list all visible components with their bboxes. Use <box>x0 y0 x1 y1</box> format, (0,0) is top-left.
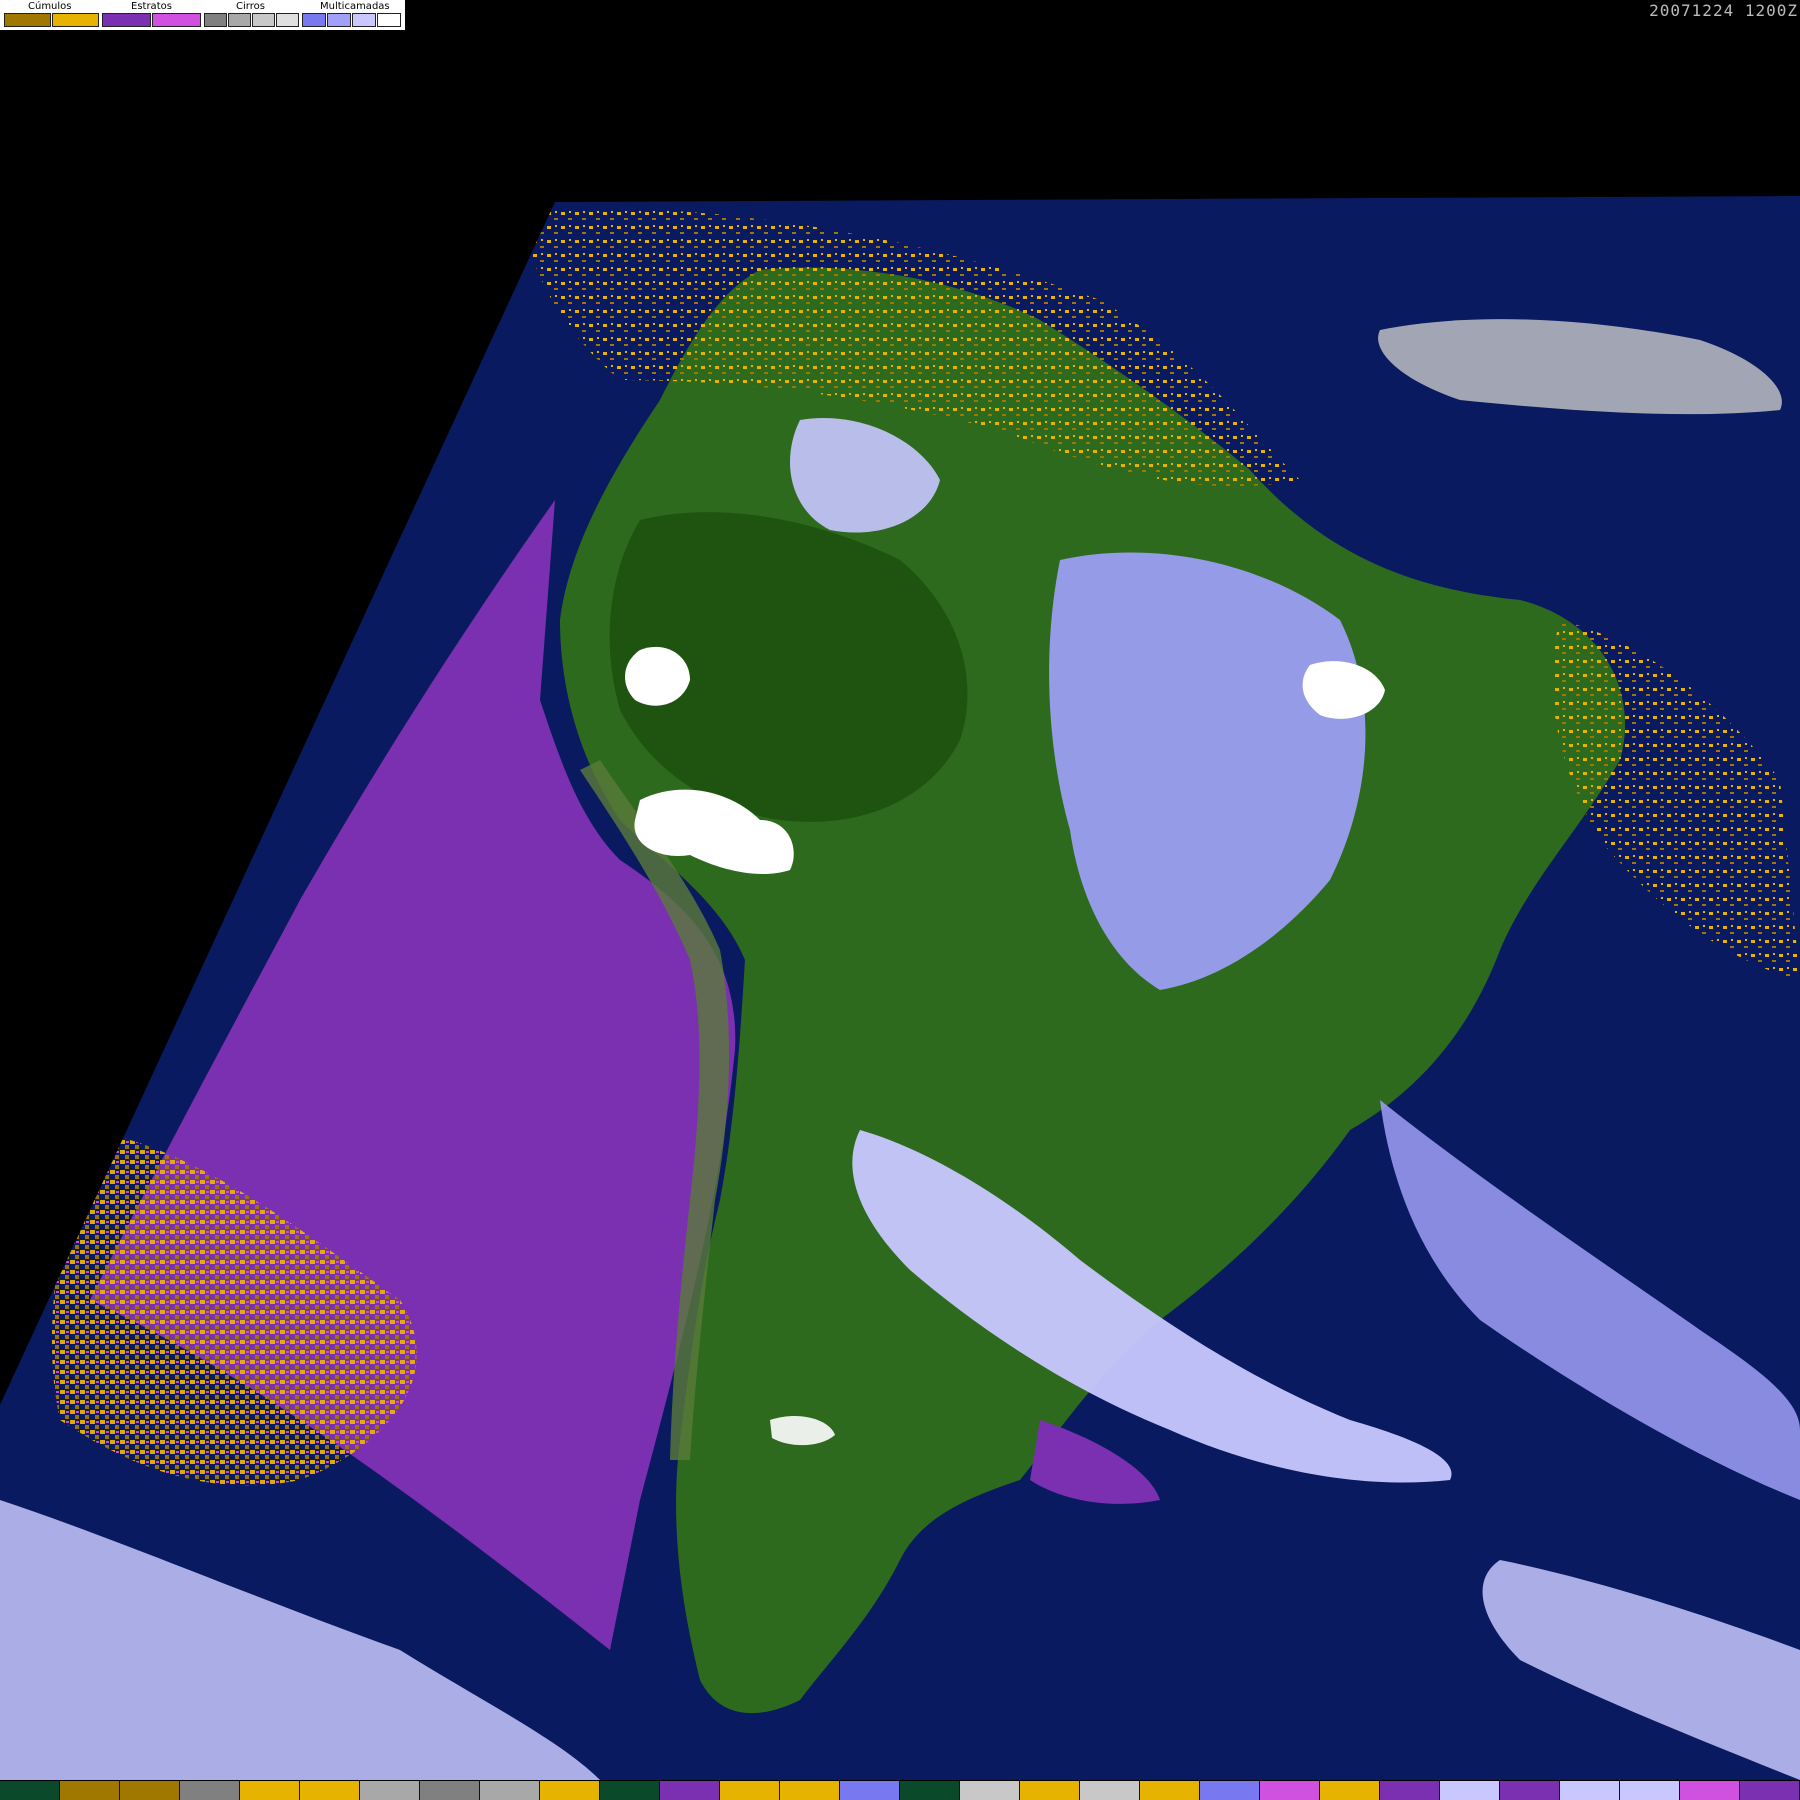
legend-swatch <box>352 13 376 27</box>
legend-swatch <box>252 13 275 27</box>
legend-swatch <box>52 13 99 27</box>
palette-cell <box>840 1781 900 1800</box>
legend-swatch <box>204 13 227 27</box>
palette-cell <box>1440 1781 1500 1800</box>
palette-cell <box>60 1781 120 1800</box>
legend-swatch <box>228 13 251 27</box>
legend-swatch <box>276 13 299 27</box>
legend-swatch <box>377 13 401 27</box>
satellite-cloud-classification-map <box>0 196 1800 1780</box>
palette-cell <box>600 1781 660 1800</box>
legend-swatch <box>4 13 51 27</box>
palette-cell <box>1620 1781 1680 1800</box>
palette-cell <box>300 1781 360 1800</box>
palette-cell <box>420 1781 480 1800</box>
palette-cell <box>120 1781 180 1800</box>
palette-cell <box>720 1781 780 1800</box>
palette-cell <box>180 1781 240 1800</box>
palette-cell <box>1140 1781 1200 1800</box>
palette-cell <box>1500 1781 1560 1800</box>
legend-label-multilayer: Multicamadas <box>320 1 390 12</box>
palette-cell <box>0 1781 60 1800</box>
legend-label-cumulus: Cúmulos <box>28 1 72 12</box>
palette-cell <box>1260 1781 1320 1800</box>
palette-cell <box>1380 1781 1440 1800</box>
palette-cell <box>1680 1781 1740 1800</box>
palette-cell <box>780 1781 840 1800</box>
legend-label-stratus: Estratos <box>131 1 172 12</box>
palette-cell <box>480 1781 540 1800</box>
legend-label-cirrus: Cirros <box>236 1 265 12</box>
palette-cell <box>900 1781 960 1800</box>
palette-cell <box>1320 1781 1380 1800</box>
satellite-image-viewer: Cúmulos Estratos Cirros Multicamadas 200… <box>0 0 1800 1800</box>
legend-swatch <box>327 13 351 27</box>
image-timestamp: 20071224 1200Z <box>1649 1 1798 20</box>
palette-cell <box>1080 1781 1140 1800</box>
palette-cell <box>540 1781 600 1800</box>
palette-cell <box>1560 1781 1620 1800</box>
color-palette-bar <box>0 1781 1800 1800</box>
legend-swatch <box>152 13 201 27</box>
palette-cell <box>360 1781 420 1800</box>
cloud-type-legend: Cúmulos Estratos Cirros Multicamadas <box>0 0 405 30</box>
legend-swatch <box>302 13 326 27</box>
palette-cell <box>1200 1781 1260 1800</box>
palette-cell <box>240 1781 300 1800</box>
palette-cell <box>1740 1781 1800 1800</box>
palette-cell <box>660 1781 720 1800</box>
palette-cell <box>1020 1781 1080 1800</box>
legend-swatch <box>102 13 151 27</box>
palette-cell <box>960 1781 1020 1800</box>
